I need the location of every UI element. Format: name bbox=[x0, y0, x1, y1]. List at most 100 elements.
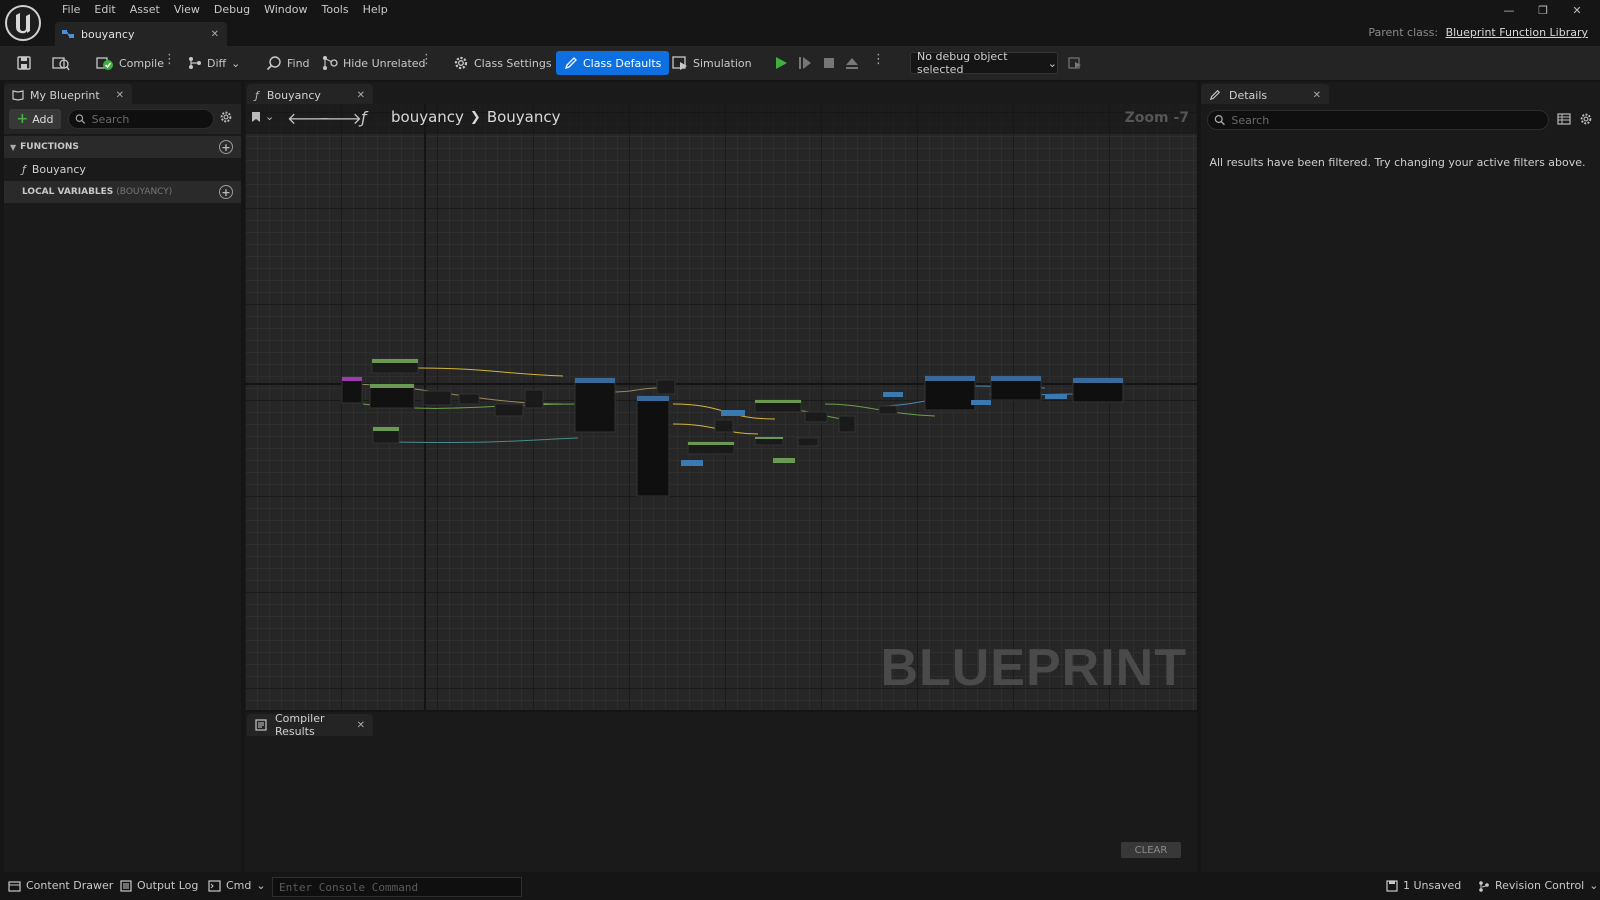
my-blueprint-search bbox=[68, 109, 214, 129]
compile-options-icon[interactable]: ⋮ bbox=[163, 52, 176, 67]
stop-button[interactable] bbox=[818, 51, 840, 75]
settings-gear-icon[interactable] bbox=[219, 110, 233, 124]
compile-button[interactable]: Compile bbox=[92, 51, 168, 75]
console-command-input[interactable] bbox=[272, 877, 522, 897]
window-close-icon[interactable]: ✕ bbox=[1560, 0, 1594, 20]
function-item-label: Bouyancy bbox=[31, 162, 86, 176]
class-defaults-label: Class Defaults bbox=[583, 56, 662, 70]
class-settings-label: Class Settings bbox=[474, 56, 552, 70]
details-panel: All results have been filtered. Try chan… bbox=[1201, 104, 1600, 872]
chevron-down-icon: ⌄ bbox=[256, 879, 266, 892]
output-log-label: Output Log bbox=[137, 879, 199, 892]
graph-navigation-bar: ⌄ 🡐 🡒 ƒ bouyancy ❯ Bouyancy Zoom -7 bbox=[245, 104, 1197, 134]
cmd-select[interactable]: Cmd ⌄ bbox=[208, 879, 266, 892]
menu-file[interactable]: File bbox=[55, 2, 87, 17]
find-button[interactable]: Find bbox=[262, 51, 314, 75]
document-tab[interactable]: bouyancy ✕ bbox=[55, 22, 227, 46]
output-log-button[interactable]: Output Log bbox=[120, 879, 198, 892]
hide-unrelated-button[interactable]: Hide Unrelated bbox=[318, 51, 430, 75]
tab-compiler-results[interactable]: Compiler Results ✕ bbox=[247, 712, 373, 738]
tab-my-blueprint-label: My Blueprint bbox=[30, 88, 100, 102]
close-icon[interactable]: ✕ bbox=[1313, 90, 1321, 101]
table-view-icon[interactable] bbox=[1557, 112, 1571, 126]
play-button[interactable] bbox=[770, 51, 792, 75]
settings-gear-icon[interactable] bbox=[1579, 112, 1593, 126]
details-search bbox=[1207, 110, 1549, 130]
search-icon bbox=[75, 114, 86, 124]
bookmark-icon[interactable]: ⌄ bbox=[251, 110, 274, 123]
find-icon bbox=[266, 56, 281, 71]
window-controls: — ❐ ✕ bbox=[1492, 0, 1594, 20]
unsaved-label: 1 Unsaved bbox=[1403, 879, 1462, 892]
plus-icon: + bbox=[16, 111, 29, 127]
content-drawer-button[interactable]: Content Drawer bbox=[8, 879, 113, 892]
revision-control-button[interactable]: Revision Control ⌄ bbox=[1478, 879, 1598, 892]
add-function-icon[interactable]: + bbox=[219, 140, 233, 154]
minimize-icon[interactable]: — bbox=[1492, 0, 1526, 20]
class-settings-button[interactable]: Class Settings bbox=[449, 51, 556, 75]
forward-arrow-icon[interactable]: 🡒 bbox=[319, 108, 362, 128]
add-button[interactable]: + Add bbox=[9, 109, 61, 129]
wire bbox=[394, 437, 579, 444]
simulation-label: Simulation bbox=[693, 56, 752, 70]
local-variables-section-header[interactable]: LOCAL VARIABLES (BOUYANCY) + bbox=[4, 181, 241, 203]
blueprint-graph[interactable]: ⌄ 🡐 🡒 ƒ bouyancy ❯ Bouyancy Zoom -7 BLUE… bbox=[245, 104, 1197, 710]
blueprint-watermark: BLUEPRINT bbox=[880, 639, 1187, 697]
compile-icon bbox=[96, 57, 113, 70]
document-tab-label: bouyancy bbox=[81, 27, 135, 41]
function-icon: ƒ bbox=[255, 88, 259, 102]
unsaved-button[interactable]: 1 Unsaved bbox=[1386, 879, 1461, 892]
debug-object-label: No debug object selected bbox=[917, 50, 1008, 76]
breadcrumb: bouyancy ❯ Bouyancy bbox=[391, 108, 561, 126]
play-options-icon[interactable]: ⋮ bbox=[872, 52, 885, 67]
pencil-icon bbox=[1209, 89, 1221, 101]
local-vars-header-label: LOCAL VARIABLES bbox=[22, 187, 114, 197]
unreal-engine-logo[interactable] bbox=[4, 4, 42, 42]
graph-nodes bbox=[341, 358, 1124, 497]
compiler-results-panel: CLEAR bbox=[245, 736, 1197, 872]
blueprint-icon bbox=[62, 30, 74, 38]
menu-debug[interactable]: Debug bbox=[207, 2, 257, 17]
tab-details-label: Details bbox=[1229, 88, 1268, 102]
functions-section-header[interactable]: ▼ FUNCTIONS + bbox=[4, 136, 241, 158]
restore-icon[interactable]: ❐ bbox=[1526, 0, 1560, 20]
hide-unrelated-options-icon[interactable]: ⋮ bbox=[420, 52, 433, 67]
step-button[interactable] bbox=[794, 51, 816, 75]
function-item-bouyancy[interactable]: ƒ Bouyancy bbox=[22, 160, 86, 178]
debug-object-select[interactable]: No debug object selected ⌄ bbox=[910, 50, 1058, 76]
content-drawer-label: Content Drawer bbox=[26, 879, 114, 892]
compiler-icon bbox=[255, 719, 267, 731]
search-input[interactable] bbox=[91, 112, 213, 126]
details-search-input[interactable] bbox=[1231, 113, 1548, 127]
close-icon[interactable]: ✕ bbox=[357, 720, 365, 731]
pencil-icon bbox=[564, 57, 577, 70]
menu-window[interactable]: Window bbox=[257, 2, 314, 17]
diff-button[interactable]: Diff ⌄ bbox=[184, 51, 244, 75]
menu-view[interactable]: View bbox=[167, 2, 207, 17]
menu-tools[interactable]: Tools bbox=[314, 2, 355, 17]
function-icon: ƒ bbox=[361, 108, 367, 127]
tab-compiler-label: Compiler Results bbox=[275, 712, 325, 738]
class-defaults-button[interactable]: Class Defaults bbox=[556, 51, 670, 75]
debug-filter-icon[interactable] bbox=[1064, 51, 1086, 75]
browse-icon[interactable] bbox=[48, 51, 74, 75]
breadcrumb-item[interactable]: Bouyancy bbox=[487, 108, 561, 126]
close-icon[interactable]: ✕ bbox=[116, 90, 124, 101]
menu-help[interactable]: Help bbox=[356, 2, 395, 17]
tab-my-blueprint[interactable]: My Blueprint ✕ bbox=[4, 84, 132, 106]
clear-button[interactable]: CLEAR bbox=[1121, 842, 1181, 858]
save-icon[interactable] bbox=[12, 51, 36, 75]
close-icon[interactable]: ✕ bbox=[357, 90, 365, 101]
add-variable-icon[interactable]: + bbox=[219, 185, 233, 199]
menu-asset[interactable]: Asset bbox=[123, 2, 167, 17]
my-blueprint-panel: + Add ▼ FUNCTIONS + ƒ Bouyancy LOCAL VAR… bbox=[4, 104, 241, 872]
close-icon[interactable]: ✕ bbox=[211, 29, 219, 40]
eject-button[interactable] bbox=[841, 51, 863, 75]
tab-bouyancy-graph[interactable]: ƒ Bouyancy ✕ bbox=[247, 84, 373, 106]
cmd-label: Cmd bbox=[226, 879, 252, 892]
simulation-button[interactable]: Simulation bbox=[668, 51, 756, 75]
parent-class-link[interactable]: Blueprint Function Library bbox=[1446, 26, 1588, 39]
tab-details[interactable]: Details ✕ bbox=[1201, 84, 1329, 106]
menu-edit[interactable]: Edit bbox=[87, 2, 122, 17]
breadcrumb-item[interactable]: bouyancy bbox=[391, 108, 464, 126]
